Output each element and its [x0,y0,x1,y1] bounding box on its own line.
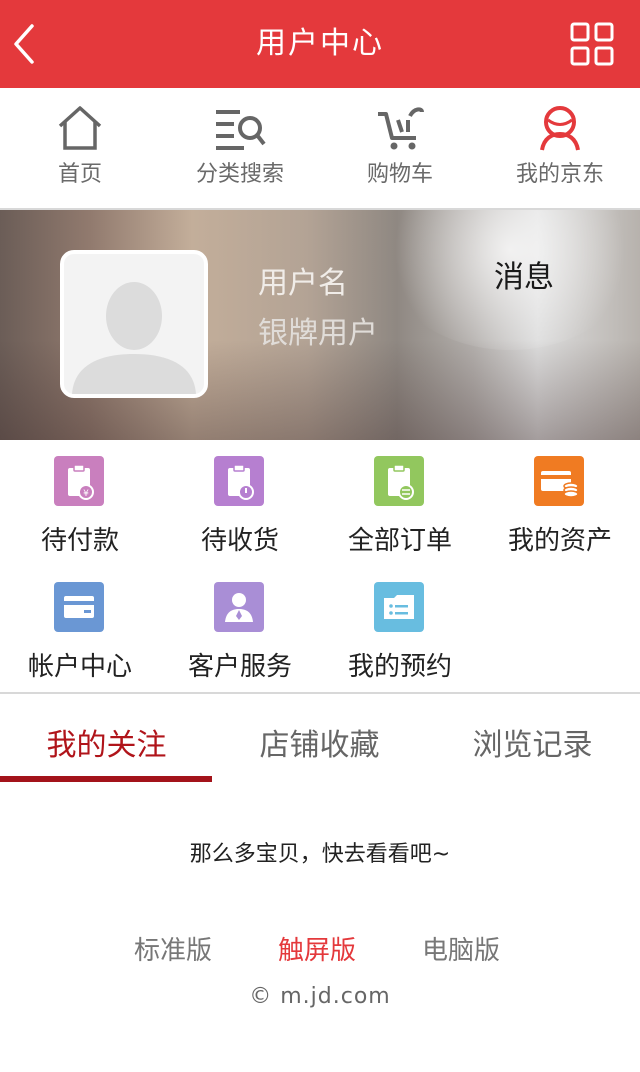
order-label: 帐户中心 [27,652,132,682]
profile-banner: 用户名 银牌用户 消息 [0,210,640,440]
reservation-icon [374,582,424,632]
member-level: 银牌用户 [258,316,378,351]
pending-payment-icon: ¥ [54,456,104,506]
all-orders-icon [374,456,424,506]
order-label: 全部订单 [347,526,452,556]
nav-item-my-jd[interactable]: 我的京东 [480,88,640,208]
tab-store-favorites[interactable]: 店铺收藏 [213,694,426,784]
avatar[interactable] [60,250,208,398]
order-label: 我的资产 [507,526,612,556]
username: 用户名 [258,266,348,301]
nav-item-label: 分类搜索 [195,162,284,187]
order-label: 待收货 [200,526,279,556]
customer-service[interactable]: 客户服务 [160,566,320,692]
app-header: 用户中心 [0,0,640,88]
avatar-placeholder-icon [72,282,196,394]
order-pending-receipt[interactable]: 待收货 [160,440,320,566]
grid-icon[interactable] [570,22,614,66]
order-label: 待付款 [40,526,119,556]
pending-receipt-icon [214,456,264,506]
tab-my-follows[interactable]: 我的关注 [0,694,213,784]
my-reservations[interactable]: 我的预约 [320,566,480,692]
main-nav: 首页 分类搜索 购物车 我的京东 [0,88,640,210]
empty-state-text: 那么多宝贝，快去看看吧~ [189,842,451,867]
order-label: 客户服务 [187,652,292,682]
page-title: 用户中心 [256,26,384,61]
nav-item-home[interactable]: 首页 [0,88,160,208]
copyright: © m.jd.com [249,984,391,1009]
tab-bar: 我的关注 店铺收藏 浏览记录 [0,694,640,784]
nav-item-label: 我的京东 [515,162,604,187]
my-assets[interactable]: 我的资产 [480,440,640,566]
version-touch-link[interactable]: 触屏版 [278,930,356,967]
service-agent-icon [214,582,264,632]
messages-link[interactable]: 消息 [494,252,554,296]
version-standard-link[interactable]: 标准版 [134,930,212,967]
tab-active-indicator [0,776,212,782]
tab-browse-history[interactable]: 浏览记录 [426,694,639,784]
order-pending-payment[interactable]: ¥ 待付款 [0,440,160,566]
card-icon [54,582,104,632]
home-icon [58,106,102,150]
nav-item-label: 购物车 [366,162,433,187]
order-label: 我的预约 [347,652,452,682]
nav-item-cart[interactable]: 购物车 [320,88,480,208]
nav-item-label: 首页 [57,162,102,187]
svg-text:¥: ¥ [83,489,89,499]
version-switcher: 标准版 触屏版 电脑版 [0,930,640,970]
user-icon [540,106,580,151]
cart-icon [378,107,424,150]
version-desktop-link[interactable]: 电脑版 [422,930,500,967]
nav-item-category-search[interactable]: 分类搜索 [160,88,320,208]
orders-grid: ¥ 待付款 待收货 全部订单 我的资产 帐户中心 客户服务 我的预约 [0,440,640,694]
wallet-icon [534,456,584,506]
category-search-icon [216,110,266,150]
account-center[interactable]: 帐户中心 [0,566,160,692]
order-all[interactable]: 全部订单 [320,440,480,566]
